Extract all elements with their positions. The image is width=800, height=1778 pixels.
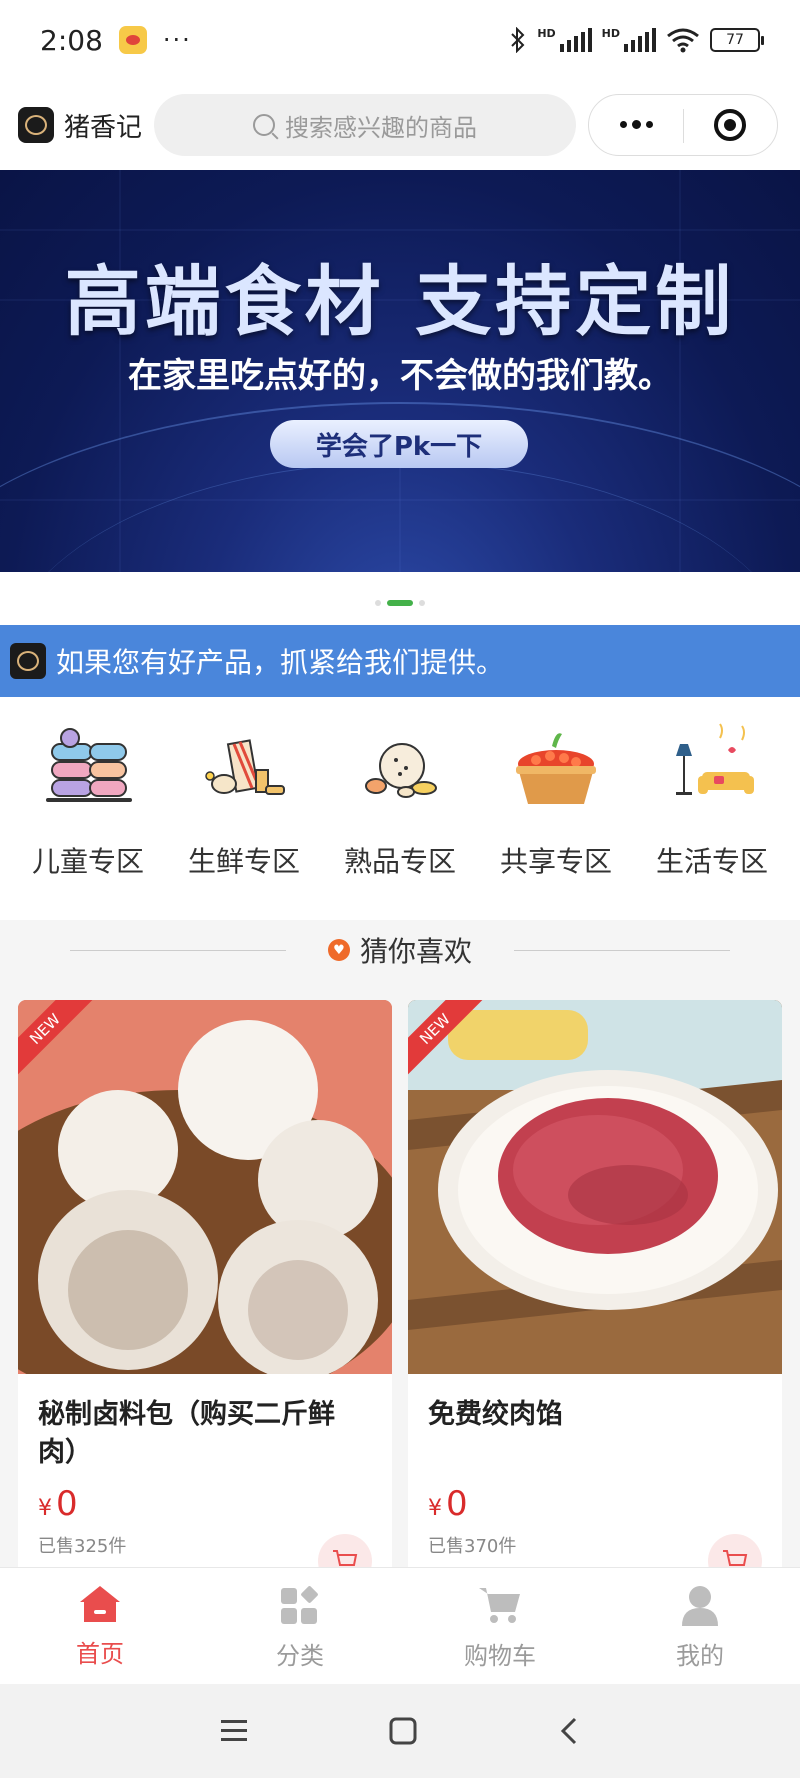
search-icon bbox=[253, 114, 276, 136]
tab-cart[interactable]: 购物车 bbox=[400, 1568, 600, 1684]
product-name: 免费绞肉馅 bbox=[428, 1399, 563, 1430]
cart-icon bbox=[479, 1588, 520, 1623]
search-placeholder: 搜索感兴趣的商品 bbox=[285, 113, 478, 142]
status-time: 2:08 bbox=[40, 23, 103, 57]
currency-symbol: ¥ bbox=[38, 1496, 52, 1521]
product-card[interactable]: NEW 秘制卤料包（购买二斤鲜肉） ¥0 已售325件 bbox=[18, 1000, 392, 1600]
recommendation-header: ♥ 猜你喜欢 bbox=[0, 920, 800, 980]
heart-icon: ♥ bbox=[327, 939, 350, 961]
battery-level: 77 bbox=[726, 32, 744, 48]
recommendation-section: ♥ 猜你喜欢 NEW 秘制卤料包（购买二斤鲜肉） ¥0 已售325件 NEW 免… bbox=[0, 920, 800, 1600]
signal-hd-label-2: HD bbox=[601, 27, 620, 40]
menu-icon[interactable] bbox=[219, 1718, 249, 1744]
tab-profile[interactable]: 我的 bbox=[600, 1568, 800, 1684]
price-value: 0 bbox=[56, 1484, 78, 1524]
product-card[interactable]: NEW 免费绞肉馅 ¥0 已售370件 bbox=[408, 1000, 782, 1600]
banner-subtitle: 在家里吃点好的，不会做的我们教。 bbox=[128, 356, 672, 396]
product-price: ¥0 bbox=[408, 1484, 782, 1524]
tab-label: 分类 bbox=[276, 1642, 324, 1670]
bluetooth-icon bbox=[511, 27, 525, 53]
tab-label: 我的 bbox=[676, 1642, 724, 1670]
app-logo bbox=[18, 107, 54, 143]
minced-meat-illustration bbox=[408, 1000, 782, 1374]
pagination-dot bbox=[419, 600, 425, 606]
recommendation-title: 猜你喜欢 bbox=[359, 935, 472, 968]
basket-icon bbox=[516, 733, 596, 804]
category-shared[interactable]: 共享专区 bbox=[481, 710, 631, 920]
back-icon[interactable] bbox=[557, 1716, 581, 1746]
bottom-tab-bar: 首页 分类 购物车 我的 bbox=[0, 1567, 800, 1684]
user-icon bbox=[682, 1586, 718, 1626]
pagination-dot bbox=[375, 600, 381, 606]
mini-program-header: 猪香记 搜索感兴趣的商品 bbox=[0, 80, 800, 170]
signal-hd-label-1: HD bbox=[537, 27, 556, 40]
notice-text: 如果您有好产品，抓紧给我们提供。 bbox=[56, 646, 505, 679]
category-label: 儿童专区 bbox=[31, 845, 144, 878]
category-label: 熟品专区 bbox=[343, 845, 456, 878]
spice-bag-illustration bbox=[18, 1000, 392, 1374]
category-label: 生鲜专区 bbox=[187, 845, 300, 878]
search-input[interactable]: 搜索感兴趣的商品 bbox=[154, 94, 577, 156]
product-image[interactable]: NEW bbox=[408, 1000, 782, 1374]
notice-logo bbox=[10, 643, 46, 679]
tab-home[interactable]: 首页 bbox=[0, 1568, 200, 1684]
cell-signal-icon-1 bbox=[559, 28, 592, 52]
system-navigation-bar bbox=[0, 1684, 800, 1778]
category-fresh[interactable]: 生鲜专区 bbox=[169, 710, 319, 920]
promo-banner[interactable]: 高端食材 支持定制 在家里吃点好的，不会做的我们教。 学会了Pk一下 bbox=[0, 170, 800, 572]
status-bar: 2:08 ··· HD HD 77 bbox=[0, 0, 800, 80]
banner-pagination bbox=[0, 600, 800, 606]
living-room-icon bbox=[676, 723, 754, 795]
currency-symbol: ¥ bbox=[428, 1496, 442, 1521]
app-name: 猪香记 bbox=[64, 112, 143, 143]
category-kids[interactable]: 儿童专区 bbox=[13, 710, 163, 920]
category-icon bbox=[281, 1586, 318, 1624]
close-mini-program-icon[interactable] bbox=[714, 109, 747, 141]
category-label: 共享专区 bbox=[499, 845, 612, 878]
product-name: 秘制卤料包（购买二斤鲜肉） bbox=[38, 1399, 335, 1468]
weibo-notification-icon bbox=[118, 26, 147, 54]
category-cooked[interactable]: 熟品专区 bbox=[325, 710, 475, 920]
notice-bar[interactable]: 如果您有好产品，抓紧给我们提供。 bbox=[0, 625, 800, 697]
macaron-icon bbox=[46, 728, 132, 802]
tab-label: 首页 bbox=[76, 1640, 124, 1668]
product-image[interactable]: NEW bbox=[18, 1000, 392, 1374]
category-label: 生活专区 bbox=[655, 845, 768, 878]
fresh-food-icon bbox=[205, 739, 285, 795]
category-living[interactable]: 生活专区 bbox=[637, 710, 787, 920]
category-grid: 儿童专区 生鲜专区 熟品专区 共享专区 生活专区 bbox=[0, 710, 800, 920]
cooked-food-icon bbox=[365, 743, 437, 798]
home-icon bbox=[80, 1586, 120, 1622]
tab-label: 购物车 bbox=[464, 1642, 536, 1670]
cell-signal-icon-2 bbox=[624, 28, 656, 52]
wifi-icon bbox=[667, 28, 699, 53]
tab-category[interactable]: 分类 bbox=[200, 1568, 400, 1684]
mini-program-capsule bbox=[588, 94, 779, 156]
product-price: ¥0 bbox=[18, 1484, 392, 1524]
pagination-dot-active bbox=[387, 600, 413, 606]
banner-cta-button[interactable]: 学会了Pk一下 bbox=[270, 420, 528, 468]
more-icon[interactable] bbox=[619, 120, 653, 129]
status-more-dots: ··· bbox=[162, 26, 192, 54]
home-square-icon[interactable] bbox=[388, 1716, 418, 1746]
banner-title: 高端食材 支持定制 bbox=[64, 257, 736, 346]
price-value: 0 bbox=[446, 1484, 468, 1524]
battery-icon: 77 bbox=[710, 28, 764, 52]
